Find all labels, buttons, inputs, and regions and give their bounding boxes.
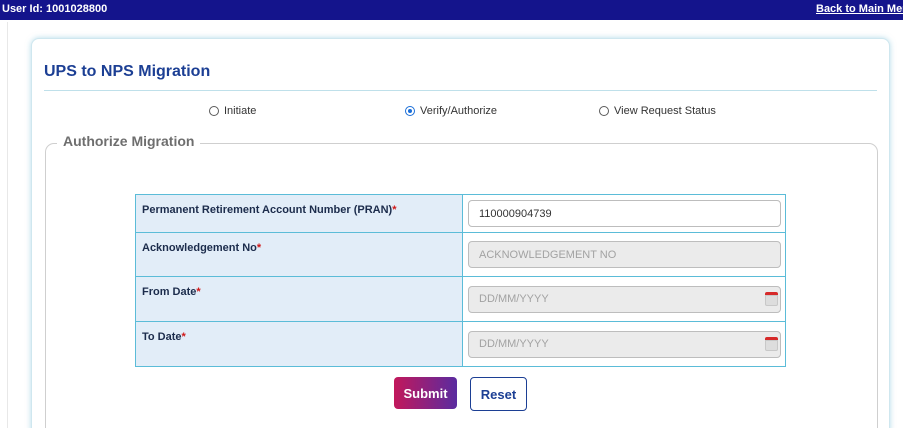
to-date-label: To Date* [135,321,463,367]
acknowledgement-cell [462,232,786,277]
page-title: UPS to NPS Migration [44,63,211,80]
from-date-label-text: From Date [142,286,197,298]
radio-option-initiate[interactable]: Initiate [209,104,256,118]
radio-option-verify-authorize[interactable]: Verify/Authorize [405,104,497,118]
table-row: From Date* [135,276,786,322]
required-mark: * [392,204,397,216]
pran-cell [462,194,786,233]
calendar-icon[interactable] [765,336,778,351]
to-date-input [468,330,781,358]
from-date-label: From Date* [135,276,463,322]
authorize-form-table: Permanent Retirement Account Number (PRA… [135,194,786,367]
submit-button[interactable]: Submit [394,377,457,409]
to-date-label-text: To Date [142,331,182,343]
table-row: Acknowledgement No* [135,232,786,277]
required-mark: * [256,242,262,254]
top-bar: User Id: 1001028800 Back to Main Menu [0,0,903,20]
from-date-cell [462,276,786,322]
radio-icon[interactable] [209,106,219,116]
to-date-cell [462,321,786,367]
title-divider [44,90,877,91]
acknowledgement-input [468,241,781,268]
pran-input[interactable] [468,200,781,227]
pran-label: Permanent Retirement Account Number (PRA… [135,194,463,233]
reset-button[interactable]: Reset [470,377,527,411]
to-date-picker [468,330,781,358]
page-left-divider [7,22,8,428]
radio-label-view-request-status: View Request Status [614,105,716,117]
radio-label-initiate: Initiate [224,105,257,117]
radio-label-verify-authorize: Verify/Authorize [420,105,498,117]
table-row: To Date* [135,321,786,367]
back-to-main-menu-link[interactable]: Back to Main Menu [816,3,903,15]
radio-icon[interactable] [405,106,415,116]
required-mark: * [196,286,201,298]
from-date-input [468,285,781,313]
calendar-icon[interactable] [765,291,778,306]
acknowledgement-label: Acknowledgement No* [135,232,463,277]
from-date-picker [468,285,781,313]
radio-icon[interactable] [599,106,609,116]
user-id-label: User Id: 1001028800 [2,3,108,15]
table-row: Permanent Retirement Account Number (PRA… [135,194,786,233]
acknowledgement-label-text: Acknowledgement No [142,242,257,254]
required-mark: * [181,331,186,343]
fieldset-legend: Authorize Migration [57,133,201,149]
radio-option-view-request-status[interactable]: View Request Status [599,104,716,118]
pran-label-text: Permanent Retirement Account Number (PRA… [142,204,393,216]
